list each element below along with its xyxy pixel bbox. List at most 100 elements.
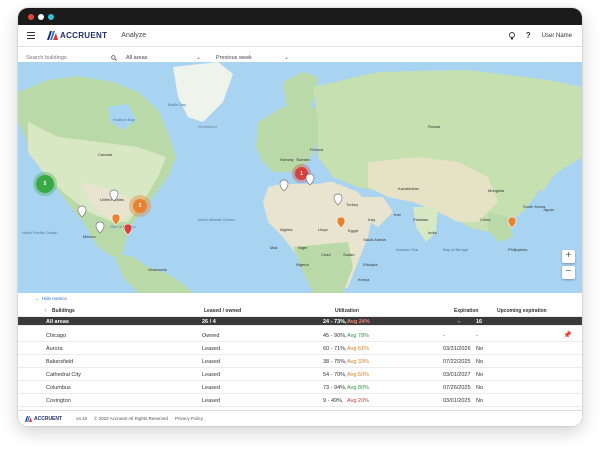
table-row[interactable]: Chicago Owned 45 - 90%, Avg 78% - - bbox=[18, 329, 582, 342]
map-label-libya: Libya bbox=[318, 227, 328, 232]
cell-building-name: Chicago bbox=[46, 332, 67, 339]
map-label-finland: Finland bbox=[310, 147, 324, 152]
chevron-down-icon: ⌄ bbox=[195, 55, 201, 61]
accruent-logo-mark bbox=[25, 415, 32, 422]
map-cluster-green[interactable]: 5 bbox=[36, 175, 54, 193]
map-label-venezuela: Venezuela bbox=[148, 267, 167, 272]
column-header-leased-owned[interactable]: Leased / owned bbox=[204, 304, 241, 317]
table-row[interactable]: Bakersfield Leased 38 - 75%, Avg 33% 07/22/2… bbox=[18, 355, 582, 368]
column-header-upcoming-expiration[interactable]: Upcoming expiration bbox=[497, 304, 547, 317]
map-label-algeria: Algeria bbox=[280, 227, 293, 232]
pin-icon[interactable]: 📌 bbox=[563, 331, 572, 339]
map-label-greenland: Greenland bbox=[198, 124, 217, 129]
cell-upcoming: No bbox=[476, 358, 484, 365]
chevron-down-icon: ⌄ bbox=[283, 55, 289, 61]
map-label-china: China bbox=[480, 217, 491, 222]
map-label-ethiopia: Ethiopia bbox=[363, 262, 378, 267]
cell-lease: Leased bbox=[202, 371, 221, 378]
cell-avg: Avg 20% bbox=[347, 397, 369, 404]
cell-lease: Leased bbox=[202, 345, 221, 352]
map-label-united-states: United States bbox=[100, 197, 125, 202]
brand-name: ACCRUENT bbox=[60, 31, 108, 40]
cell-building-name: Cathedral City bbox=[46, 371, 81, 378]
map-label-iran: Iran bbox=[394, 212, 401, 217]
close-window-icon[interactable] bbox=[28, 14, 34, 20]
zoom-out-button[interactable]: − bbox=[562, 266, 575, 279]
cell-upcoming: No bbox=[476, 371, 484, 378]
map-label-niger: Niger bbox=[298, 245, 308, 250]
cell-util: 45 - 90%, bbox=[323, 332, 347, 339]
map-label-pakistan: Pakistan bbox=[413, 217, 429, 222]
cell-upcoming: No bbox=[476, 384, 484, 391]
cell-upcoming: - bbox=[476, 332, 478, 339]
cell-expiration: 03/01/2027 bbox=[443, 371, 471, 378]
map-label-baffin-bay: Baffin Bay bbox=[168, 102, 187, 107]
world-map[interactable]: Greenland North Atlantic Ocean North Pac… bbox=[18, 62, 582, 293]
cell-expiration: 03/01/2025 bbox=[443, 397, 471, 404]
map-label-russia: Russia bbox=[428, 124, 441, 129]
map-label-iraq: Iraq bbox=[368, 217, 375, 222]
cell-expiration: - bbox=[443, 332, 445, 339]
cell-avg: Avg 78% bbox=[347, 332, 369, 339]
map-label-gulf-of-mexico: Gulf of Mexico bbox=[110, 224, 136, 229]
hide-metrics-toggle[interactable]: ⌄ Hide metrics bbox=[18, 293, 582, 304]
cell-lease: Owned bbox=[202, 332, 220, 339]
table-row[interactable]: Aurora Leased 60 - 71%, Avg 61% 03/31/2026 No bbox=[18, 342, 582, 355]
minimize-window-icon[interactable] bbox=[38, 14, 44, 20]
metrics-table: ⌄ Hide metrics ↑ Buildings Leased / owne… bbox=[18, 293, 582, 410]
help-icon[interactable]: ? bbox=[526, 31, 531, 40]
summary-avg: Avg 24% bbox=[347, 318, 370, 325]
cell-building-name: Bakersfield bbox=[46, 358, 74, 365]
table-row[interactable]: Cathedral City Leased 54 - 70%, Avg 50% 03/0… bbox=[18, 368, 582, 381]
cell-util: 9 - 49%, bbox=[323, 397, 344, 404]
lightbulb-icon[interactable] bbox=[508, 31, 515, 40]
table-row[interactable]: Covington Leased 9 - 49%, Avg 20% 03/01/2025… bbox=[18, 394, 582, 407]
map-label-south-korea: South Korea bbox=[523, 204, 546, 209]
map-label-saudi-arabia: Saudi Arabia bbox=[363, 237, 386, 242]
cell-util: 60 - 71%, bbox=[323, 345, 347, 352]
map-label-canada: Canada bbox=[98, 152, 113, 157]
cell-avg: Avg 61% bbox=[347, 345, 369, 352]
period-select-value: Previous week bbox=[216, 54, 252, 61]
cell-util: 54 - 70%, bbox=[323, 371, 347, 378]
menu-icon[interactable] bbox=[27, 32, 35, 39]
map-label-mali: Mali bbox=[270, 245, 278, 250]
cluster-count: 5 bbox=[43, 181, 47, 187]
search-icon bbox=[111, 55, 117, 61]
cell-building-name: Columbus bbox=[46, 384, 71, 391]
window-titlebar bbox=[18, 8, 582, 25]
column-header-expiration[interactable]: Expiration bbox=[454, 304, 478, 317]
cell-expiration: 03/31/2026 bbox=[443, 345, 471, 352]
table-row[interactable]: Columbus Leased 73 - 94%, Avg 80% 07/26/2025… bbox=[18, 381, 582, 394]
accruent-logo: ACCRUENT bbox=[47, 31, 107, 40]
summary-name: All areas bbox=[46, 318, 69, 325]
cell-avg: Avg 33% bbox=[347, 358, 369, 365]
cell-expiration: 07/22/2025 bbox=[443, 358, 471, 365]
map-label-atlantic: North Atlantic Ocean bbox=[198, 217, 235, 222]
cell-expiration: 07/26/2025 bbox=[443, 384, 471, 391]
map-cluster-orange[interactable]: 3 bbox=[133, 199, 147, 213]
zoom-in-button[interactable]: + bbox=[562, 250, 575, 263]
map-label-norway: Norway bbox=[280, 157, 294, 162]
cell-avg: Avg 80% bbox=[347, 384, 369, 391]
chevron-down-icon: ⌄ bbox=[35, 295, 39, 301]
map-label-sudan: Sudan bbox=[343, 252, 355, 257]
footer-copyright: © 2022 Accruent All Rights Reserved bbox=[94, 416, 168, 421]
cell-lease: Leased bbox=[202, 358, 221, 365]
map-cluster-red[interactable]: 1 bbox=[295, 167, 308, 180]
cell-upcoming: No bbox=[476, 397, 484, 404]
footer-brand: ACCRUENT bbox=[34, 415, 63, 422]
column-header-buildings[interactable]: Buildings bbox=[52, 304, 75, 317]
user-menu[interactable]: User Name bbox=[542, 33, 572, 39]
map-label-hudson-bay: Hudson Bay bbox=[113, 117, 135, 122]
column-header-utilization[interactable]: Utilization bbox=[335, 304, 359, 317]
privacy-policy-link[interactable]: Privacy Policy bbox=[175, 416, 203, 421]
map-label-india: India bbox=[428, 230, 437, 235]
cell-util: 73 - 94%, bbox=[323, 384, 347, 391]
summary-upcoming: 16 bbox=[476, 318, 483, 325]
table-header: ↑ Buildings Leased / owned Utilization E… bbox=[18, 304, 582, 317]
maximize-window-icon[interactable] bbox=[48, 14, 54, 20]
summary-util: 24 - 73%, bbox=[323, 318, 347, 325]
cell-building-name: Covington bbox=[46, 397, 71, 404]
map-label-mexico: Mexico bbox=[83, 234, 96, 239]
